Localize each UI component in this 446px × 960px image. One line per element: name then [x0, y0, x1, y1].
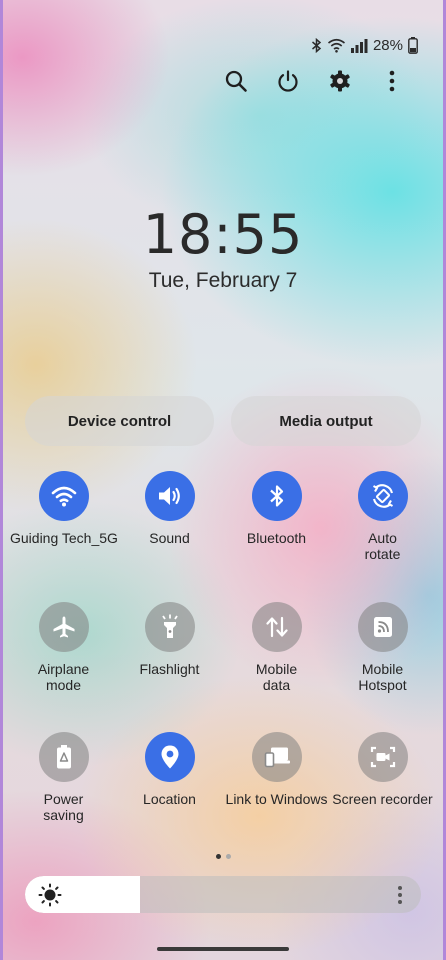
battery-icon	[408, 37, 418, 54]
tile-bluetooth[interactable]: Bluetooth	[223, 471, 330, 546]
clock-time[interactable]: 18:55	[0, 203, 446, 266]
battery-percent: 28%	[372, 37, 403, 54]
device-control-button[interactable]: Device control	[25, 396, 214, 446]
tile-airplane-mode[interactable]: Airplane mode	[10, 602, 117, 693]
tile-label: Guiding Tech_5G	[10, 530, 118, 546]
tile-label: Link to Windows	[225, 791, 328, 807]
more-vertical-icon[interactable]	[366, 66, 418, 96]
tile-label: Mobile data	[255, 661, 298, 693]
screen-recorder-icon[interactable]	[357, 732, 408, 782]
tile-label: Location	[143, 791, 196, 807]
tile-label: Mobile Hotspot	[358, 661, 407, 693]
wifi-icon[interactable]	[38, 471, 89, 521]
page-indicator	[0, 854, 446, 859]
tile-wifi[interactable]: Guiding Tech_5G	[10, 471, 118, 546]
media-output-button[interactable]: Media output	[231, 396, 421, 446]
settings-gear-icon[interactable]	[314, 66, 366, 96]
power-saving-icon[interactable]	[38, 732, 89, 782]
page-dot	[225, 854, 231, 859]
tile-power-saving[interactable]: Power saving	[10, 732, 117, 823]
tile-mobile-data[interactable]: Mobile data	[223, 602, 330, 693]
signal-icon	[350, 38, 368, 53]
tile-label: Power saving	[43, 791, 84, 823]
tile-mobile-hotspot[interactable]: Mobile Hotspot	[329, 602, 436, 693]
wifi-icon	[327, 38, 346, 53]
tile-auto-rotate[interactable]: Auto rotate	[329, 471, 436, 562]
tile-label: Bluetooth	[246, 530, 307, 546]
clock-date[interactable]: Tue, February 7	[0, 269, 446, 293]
status-bar: 28%	[311, 37, 418, 54]
tile-location[interactable]: Location	[116, 732, 223, 807]
bluetooth-icon[interactable]	[251, 471, 302, 521]
tile-label: Screen recorder	[332, 791, 433, 807]
location-icon[interactable]	[144, 732, 195, 782]
hotspot-icon[interactable]	[357, 602, 408, 652]
search-icon[interactable]	[210, 66, 262, 96]
airplane-icon[interactable]	[38, 602, 89, 652]
link-to-windows-icon[interactable]	[251, 732, 302, 782]
sun-brightness-icon	[38, 883, 62, 912]
tile-label: Sound	[149, 530, 190, 546]
brightness-more-icon[interactable]	[397, 885, 403, 910]
tile-screen-recorder[interactable]: Screen recorder	[329, 732, 436, 807]
tile-sound[interactable]: Sound	[116, 471, 223, 546]
frame-border-left	[0, 0, 3, 960]
tile-label: Airplane mode	[37, 661, 90, 693]
tile-label: Flashlight	[139, 661, 200, 677]
tile-label: Auto rotate	[364, 530, 401, 562]
panel-toolbar	[210, 66, 418, 96]
brightness-slider[interactable]	[25, 876, 421, 913]
page-dot-active	[215, 854, 221, 859]
mobile-data-icon[interactable]	[251, 602, 302, 652]
power-icon[interactable]	[262, 66, 314, 96]
bluetooth-icon	[311, 38, 322, 53]
flashlight-icon[interactable]	[144, 602, 195, 652]
home-indicator-bar[interactable]	[157, 947, 289, 951]
volume-icon[interactable]	[144, 471, 195, 521]
tile-link-to-windows[interactable]: Link to Windows	[223, 732, 330, 807]
auto-rotate-icon[interactable]	[357, 471, 408, 521]
tile-flashlight[interactable]: Flashlight	[116, 602, 223, 677]
